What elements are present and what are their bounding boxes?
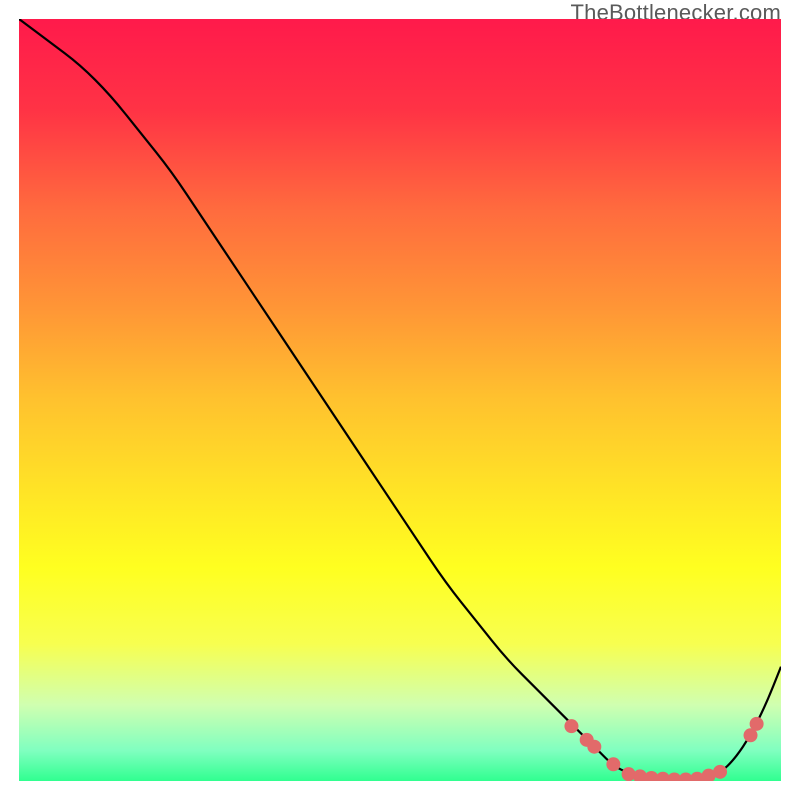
gradient-background [19, 19, 781, 781]
marker-dot [713, 765, 727, 779]
marker-dot [750, 717, 764, 731]
chart-svg [19, 19, 781, 781]
marker-dot [587, 740, 601, 754]
chart-container: TheBottlenecker.com [0, 0, 800, 800]
marker-dot [606, 757, 620, 771]
marker-dot [564, 719, 578, 733]
plot-area [19, 19, 781, 781]
